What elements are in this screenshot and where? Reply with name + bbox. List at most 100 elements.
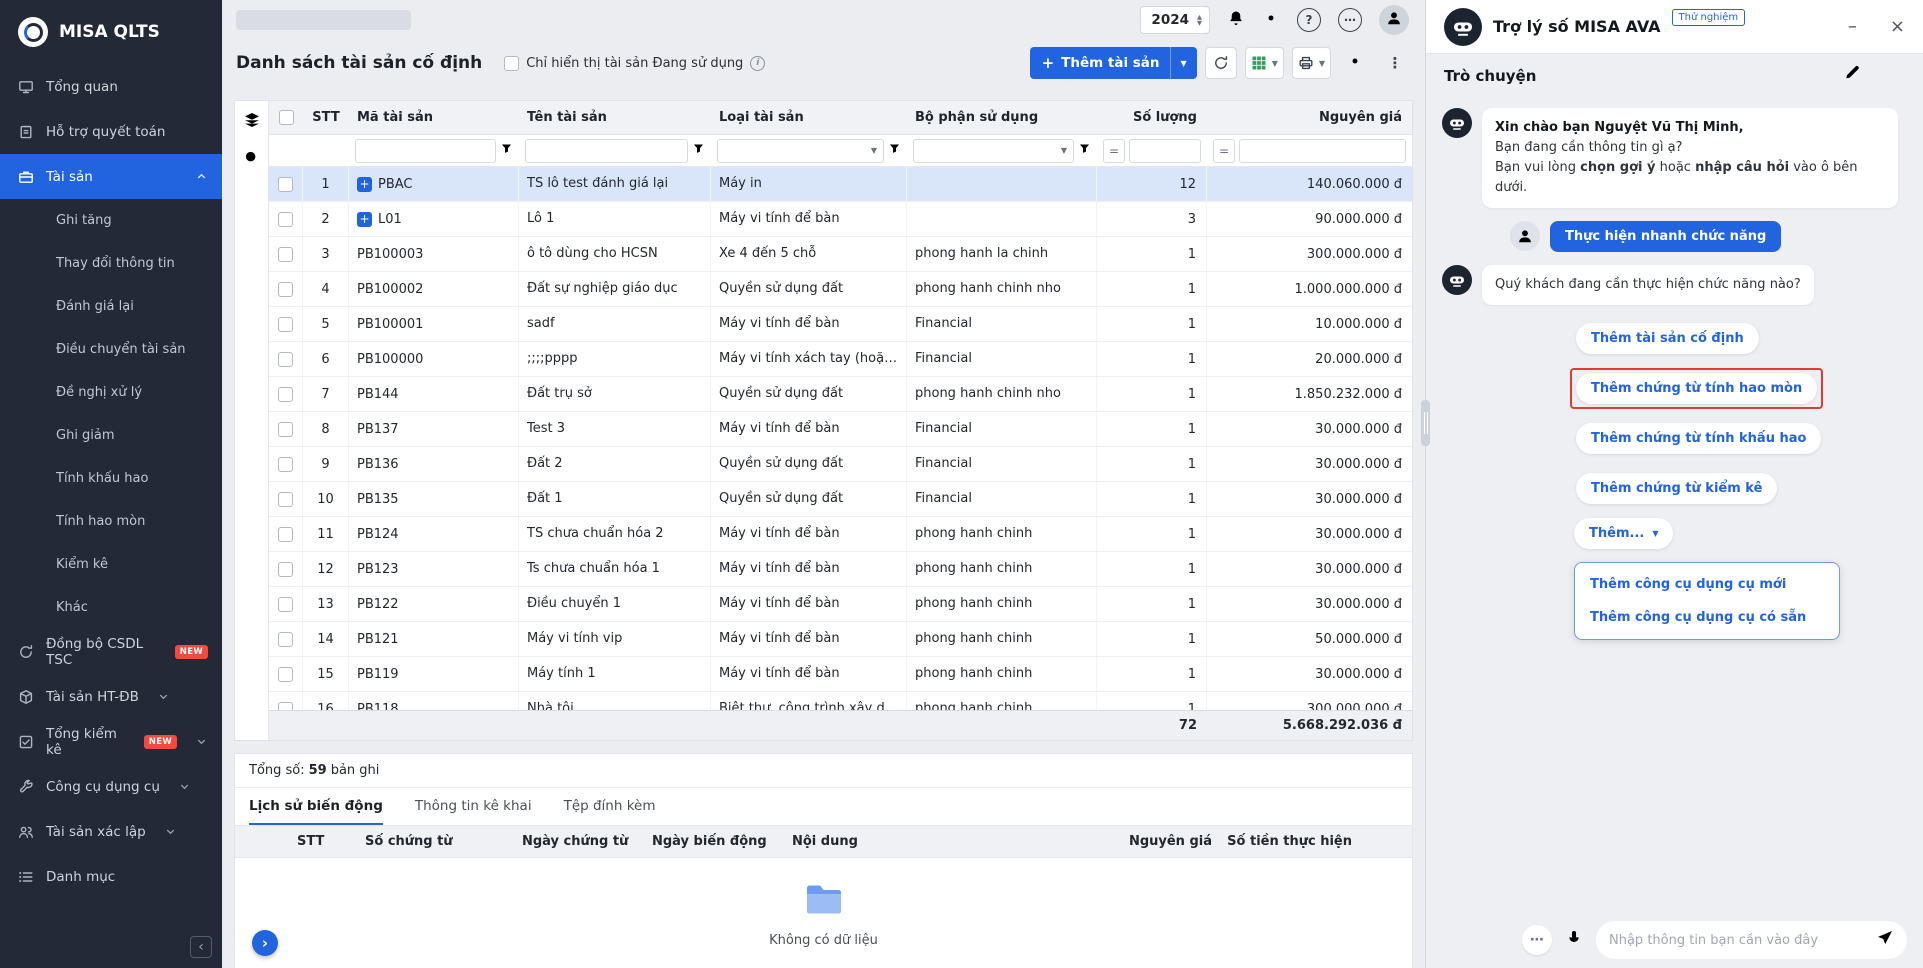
grid-search-button[interactable] xyxy=(243,149,261,171)
filter-type-select[interactable]: ▼ xyxy=(717,139,884,163)
row-checkbox[interactable] xyxy=(278,632,293,647)
grid-view-button[interactable]: ▼ xyxy=(1245,47,1284,79)
new-chat-button[interactable] xyxy=(1843,64,1863,88)
table-row[interactable]: 1 PBAC TS lô test đánh giá lại Máy in 12… xyxy=(269,167,1412,202)
filter-qty-operator[interactable]: = xyxy=(1103,139,1125,163)
chat-input[interactable] xyxy=(1609,933,1868,948)
send-button[interactable] xyxy=(1876,929,1894,951)
refresh-button[interactable] xyxy=(1205,47,1237,79)
dropdown-item[interactable]: Thêm công cụ dụng cụ có sẵn xyxy=(1575,601,1839,634)
table-row[interactable]: 2 L01 Lô 1 Máy vi tính để bàn 3 90.000.0… xyxy=(269,202,1412,237)
year-selector[interactable]: 2024 ▲ ▼ xyxy=(1140,6,1210,34)
table-row[interactable]: 14 PB121 Máy vi tính vip Máy vi tính để … xyxy=(269,622,1412,657)
spinner-down-icon[interactable]: ▼ xyxy=(1197,20,1202,27)
chat-menu-button[interactable] xyxy=(1885,64,1905,88)
sidebar-subitem[interactable]: Khác xyxy=(0,586,222,629)
chat-more-button[interactable]: ⋯ xyxy=(1522,925,1552,955)
sidebar-item-dong-bo-csdl-tsc[interactable]: Đồng bộ CSDL TSC NEW xyxy=(0,629,222,674)
sidebar-subitem[interactable]: Tính hao mòn xyxy=(0,500,222,543)
sidebar-subitem[interactable]: Tính khấu hao xyxy=(0,457,222,500)
suggestion-chip[interactable]: Thêm chứng từ kiểm kê xyxy=(1576,473,1777,504)
suggestion-chip[interactable]: Thêm chứng từ tính khấu hao xyxy=(1576,423,1821,454)
table-row[interactable]: 10 PB135 Đất 1 Quyền sử dụng đất Financi… xyxy=(269,482,1412,517)
suggestion-chip[interactable]: Thêm tài sản cố định xyxy=(1576,323,1759,354)
expand-icon[interactable] xyxy=(357,177,372,192)
row-checkbox[interactable] xyxy=(278,457,293,472)
filter-code-input[interactable] xyxy=(355,139,496,163)
sidebar-subitem[interactable]: Kiểm kê xyxy=(0,543,222,586)
row-checkbox[interactable] xyxy=(278,702,293,711)
row-checkbox[interactable] xyxy=(278,212,293,227)
layers-view-button[interactable] xyxy=(243,111,261,133)
sidebar-item-cong-cu-dung-cu[interactable]: Công cụ dụng cụ xyxy=(0,764,222,809)
table-row[interactable]: 5 PB100001 sadf Máy vi tính để bàn Finan… xyxy=(269,307,1412,342)
detail-tab[interactable]: Thông tin kê khai xyxy=(415,788,532,825)
row-checkbox[interactable] xyxy=(278,247,293,262)
column-header-ma-tai-san[interactable]: Mã tài sản xyxy=(349,101,519,134)
sidebar-subitem[interactable]: Ghi tăng xyxy=(0,199,222,242)
print-button[interactable]: ▼ xyxy=(1292,47,1331,79)
table-row[interactable]: 4 PB100002 Đất sự nghiệp giáo dục Quyền … xyxy=(269,272,1412,307)
column-header-stt[interactable]: STT xyxy=(303,101,349,134)
table-row[interactable]: 12 PB123 Ts chưa chuẩn hóa 1 Máy vi tính… xyxy=(269,552,1412,587)
dropdown-item[interactable]: Thêm công cụ dụng cụ mới xyxy=(1575,568,1839,601)
row-checkbox[interactable] xyxy=(278,177,293,192)
filter-qty-input[interactable] xyxy=(1129,139,1201,163)
row-checkbox[interactable] xyxy=(278,667,293,682)
only-in-use-checkbox[interactable] xyxy=(504,56,519,71)
notifications-button[interactable] xyxy=(1227,9,1245,31)
column-header-ten-tai-san[interactable]: Tên tài sản xyxy=(519,101,711,134)
add-asset-button[interactable]: + Thêm tài sản ▼ xyxy=(1030,47,1197,79)
mic-button[interactable] xyxy=(1565,929,1583,951)
user-avatar-button[interactable] xyxy=(1379,5,1409,35)
row-checkbox[interactable] xyxy=(278,352,293,367)
close-button[interactable]: × xyxy=(1890,18,1905,36)
sidebar-item-danh-muc[interactable]: Danh mục xyxy=(0,854,222,899)
row-checkbox[interactable] xyxy=(278,597,293,612)
table-row[interactable]: 9 PB136 Đất 2 Quyền sử dụng đất Financia… xyxy=(269,447,1412,482)
chat-input-pill[interactable] xyxy=(1596,921,1907,959)
system-settings-button[interactable] xyxy=(1262,9,1280,31)
row-checkbox[interactable] xyxy=(278,387,293,402)
grid-settings-button[interactable] xyxy=(1339,47,1371,79)
filter-code-funnel[interactable] xyxy=(500,142,513,159)
column-header-so-luong[interactable]: Số lượng xyxy=(1097,101,1207,134)
filter-type-funnel[interactable] xyxy=(888,142,901,159)
sidebar-item-ho-tro-quyet-toan[interactable]: Hỗ trợ quyết toán xyxy=(0,109,222,154)
user-quick-action[interactable]: Thực hiện nhanh chức năng xyxy=(1550,221,1781,252)
sidebar-item-tong-quan[interactable]: Tổng quan xyxy=(0,64,222,109)
filter-name-funnel[interactable] xyxy=(692,142,705,159)
sidebar-item-tai-san-xac-lap[interactable]: Tài sản xác lập xyxy=(0,809,222,854)
filter-cost-operator[interactable]: = xyxy=(1213,139,1235,163)
table-row[interactable]: 15 PB119 Máy tính 1 Máy vi tính để bàn p… xyxy=(269,657,1412,692)
row-checkbox[interactable] xyxy=(278,422,293,437)
panel-resize-handle[interactable] xyxy=(1421,400,1430,446)
column-header-loai-tai-san[interactable]: Loại tài sản xyxy=(711,101,907,134)
sidebar-item-tong-kiem-ke[interactable]: Tổng kiểm kê NEW xyxy=(0,719,222,764)
filter-name-input[interactable] xyxy=(525,139,688,163)
add-asset-caret[interactable]: ▼ xyxy=(1170,47,1197,79)
column-header-bo-phan[interactable]: Bộ phận sử dụng xyxy=(907,101,1097,134)
row-checkbox[interactable] xyxy=(278,562,293,577)
row-checkbox[interactable] xyxy=(278,282,293,297)
next-page-button[interactable]: › xyxy=(252,930,278,956)
row-checkbox[interactable] xyxy=(278,527,293,542)
select-all-checkbox[interactable] xyxy=(279,110,294,125)
more-actions-button[interactable]: ⋮ xyxy=(1379,47,1411,79)
sidebar-subitem[interactable]: Điều chuyển tài sản xyxy=(0,328,222,371)
expand-icon[interactable] xyxy=(357,212,372,227)
year-spinner-icon[interactable]: ▲ ▼ xyxy=(1197,14,1202,27)
filter-dept-funnel[interactable] xyxy=(1078,142,1091,159)
table-row[interactable]: 11 PB124 TS chưa chuẩn hóa 2 Máy vi tính… xyxy=(269,517,1412,552)
sidebar-collapse-button[interactable]: ‹ xyxy=(190,936,212,958)
more-suggestions-chip[interactable]: Thêm... ▼ xyxy=(1574,518,1673,549)
sidebar-item-tai-san-ht-db[interactable]: Tài sản HT-ĐB xyxy=(0,674,222,719)
suggestion-chip[interactable]: Thêm chứng từ tính hao mòn xyxy=(1576,373,1817,404)
sidebar-item-tai-san[interactable]: Tài sản xyxy=(0,154,222,199)
detail-tab[interactable]: Tệp đính kèm xyxy=(564,788,656,825)
column-header-nguyen-gia[interactable]: Nguyên giá xyxy=(1207,101,1412,134)
only-in-use-filter[interactable]: Chỉ hiển thị tài sản Đang sử dụng i xyxy=(504,56,765,71)
more-apps-button[interactable]: ⋯ xyxy=(1338,8,1362,32)
table-row[interactable]: 6 PB100000 ;;;;pppp Máy vi tính xách tay… xyxy=(269,342,1412,377)
table-row[interactable]: 8 PB137 Test 3 Máy vi tính để bàn Financ… xyxy=(269,412,1412,447)
